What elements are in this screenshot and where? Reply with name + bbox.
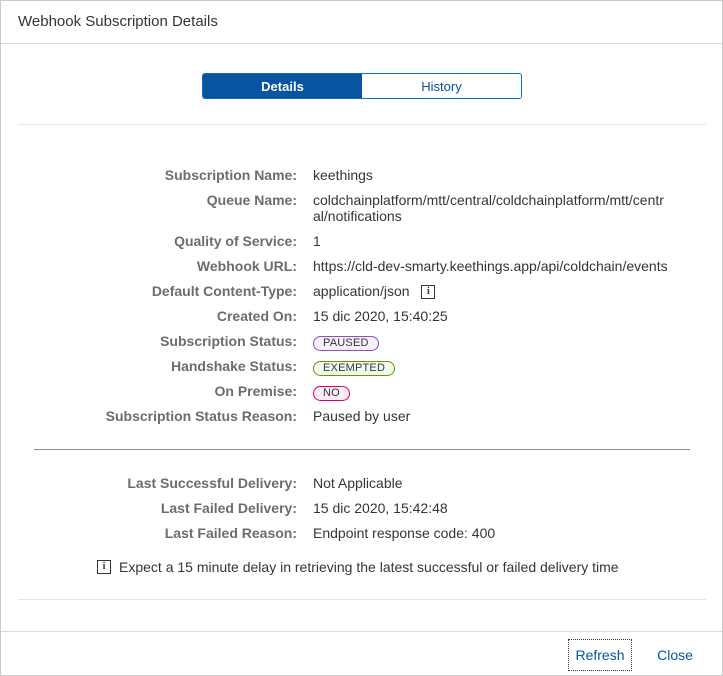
status-badge-exempted: EXEMPTED [313, 361, 396, 376]
close-button[interactable]: Close [645, 639, 705, 671]
field-value: https://cld-dev-smarty.keethings.app/api… [313, 258, 668, 274]
field-value-container: application/json i [313, 283, 673, 300]
field-label: Last Failed Reason: [164, 525, 297, 541]
delay-note-text: Expect a 15 minute delay in retrieving t… [119, 559, 619, 575]
field-value: 15 dic 2020, 15:40:25 [313, 308, 448, 324]
footer-divider [1, 631, 722, 632]
status-badge-no: NO [313, 386, 350, 401]
field-label: Last Failed Delivery: [160, 500, 297, 516]
field-label: Last Successful Delivery: [127, 475, 297, 491]
field-value: Not Applicable [313, 475, 403, 491]
field-label: Queue Name: [206, 192, 297, 208]
field-label: Subscription Status: [160, 333, 297, 349]
status-badge-paused: PAUSED [313, 336, 379, 351]
tab-history[interactable]: History [362, 74, 521, 98]
webhook-details-dialog: Webhook Subscription Details Details His… [0, 0, 723, 676]
field-label: Subscription Name: [164, 167, 297, 183]
field-value: keethings [313, 167, 373, 183]
field-value: application/json [313, 283, 410, 299]
field-value-container: PAUSED [313, 333, 673, 351]
field-value-container: NO [313, 383, 673, 401]
field-label: Created On: [216, 308, 297, 324]
field-label: On Premise: [214, 383, 297, 399]
field-value: 1 [313, 233, 321, 249]
divider [18, 124, 706, 125]
view-toggle: Details History [202, 73, 522, 99]
field-value: Endpoint response code: 400 [313, 525, 496, 541]
field-value: Paused by user [313, 408, 411, 424]
divider [18, 599, 706, 600]
info-icon: i [97, 560, 111, 575]
info-icon[interactable]: i [421, 285, 436, 300]
divider [34, 449, 690, 450]
refresh-button[interactable]: Refresh [568, 639, 632, 671]
field-value: coldchainplatform/mtt/central/coldchainp… [313, 192, 664, 224]
field-label: Webhook URL: [196, 258, 297, 274]
field-value: 15 dic 2020, 15:42:48 [313, 500, 448, 516]
field-label: Subscription Status Reason: [105, 408, 297, 424]
dialog-header: Webhook Subscription Details [1, 1, 722, 44]
field-label: Default Content-Type: [151, 283, 297, 299]
field-label: Handshake Status: [170, 358, 297, 374]
delay-note: i Expect a 15 minute delay in retrieving … [97, 559, 619, 575]
field-value-container: EXEMPTED [313, 358, 673, 376]
tab-details[interactable]: Details [203, 74, 362, 98]
dialog-title: Webhook Subscription Details [18, 13, 218, 30]
field-label: Quality of Service: [174, 233, 297, 249]
